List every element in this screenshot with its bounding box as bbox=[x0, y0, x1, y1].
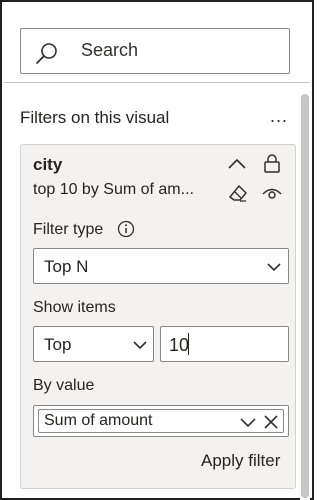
show-items-label: Show items bbox=[33, 299, 116, 316]
filter-type-label: Filter type bbox=[33, 221, 104, 238]
text-caret bbox=[188, 333, 189, 355]
by-value-label: By value bbox=[33, 377, 95, 394]
chevron-up-icon[interactable] bbox=[226, 153, 248, 175]
eye-icon[interactable] bbox=[261, 182, 283, 204]
more-options-button[interactable]: ... bbox=[270, 106, 288, 127]
eraser-icon[interactable] bbox=[227, 182, 249, 204]
search-placeholder: Search bbox=[81, 40, 139, 60]
by-value-field-pill[interactable]: Sum of amount bbox=[38, 409, 284, 433]
by-value-field-well[interactable]: Sum of amount bbox=[33, 405, 289, 437]
show-items-direction-value: Top bbox=[44, 335, 72, 354]
search-box[interactable]: Search bbox=[20, 28, 290, 74]
filter-type-value: Top N bbox=[44, 257, 89, 276]
by-value-field-name: Sum of amount bbox=[44, 412, 153, 429]
scrollbar-thumb[interactable] bbox=[301, 94, 309, 498]
show-items-direction-dropdown[interactable]: Top bbox=[33, 326, 154, 362]
show-items-count-input[interactable]: 10 bbox=[160, 326, 289, 362]
show-items-count-value: 10 bbox=[169, 335, 190, 355]
chevron-down-icon bbox=[133, 341, 147, 350]
search-icon bbox=[36, 43, 57, 64]
filter-summary: top 10 by Sum of am... bbox=[33, 181, 194, 198]
chevron-down-icon[interactable] bbox=[239, 413, 257, 431]
info-icon[interactable] bbox=[117, 220, 135, 238]
filter-field-name: city bbox=[33, 155, 63, 174]
apply-filter-button[interactable]: Apply filter bbox=[201, 451, 280, 471]
filter-type-dropdown[interactable]: Top N bbox=[33, 248, 289, 284]
filter-card-city: city top 10 by Sum of am... Filter type … bbox=[20, 144, 296, 489]
close-icon[interactable] bbox=[263, 414, 279, 430]
filters-pane: Search Filters on this visual ... city t… bbox=[0, 0, 314, 500]
divider bbox=[4, 82, 310, 83]
lock-icon[interactable] bbox=[261, 152, 283, 174]
section-title: Filters on this visual bbox=[20, 108, 170, 127]
chevron-down-icon bbox=[267, 263, 281, 272]
